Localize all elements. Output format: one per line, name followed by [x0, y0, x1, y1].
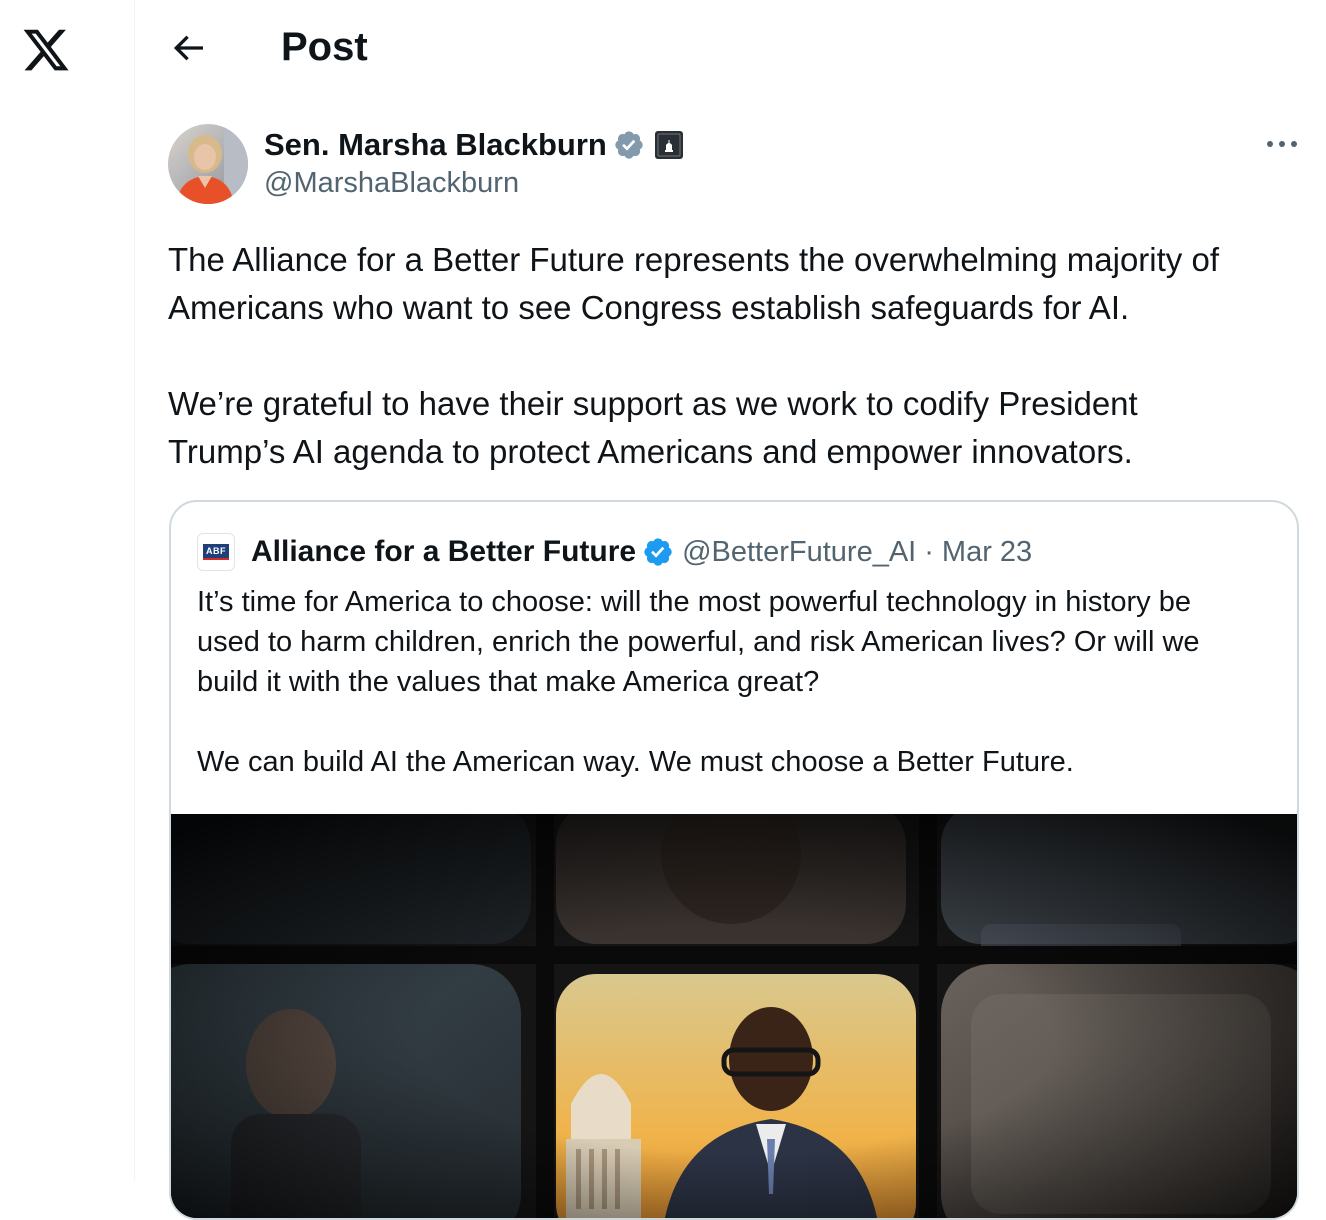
- avatar[interactable]: [168, 124, 248, 204]
- separator-dot: ·: [924, 536, 934, 568]
- main-column: Post Sen. Marsha Blackburn @MarshaBlackb…: [136, 0, 1326, 1220]
- page-header: Post: [136, 0, 1326, 95]
- left-nav: [0, 0, 135, 1180]
- video-thumbnail[interactable]: [171, 814, 1297, 1218]
- quoted-display-name[interactable]: Alliance for a Better Future: [251, 532, 636, 572]
- post-author: Sen. Marsha Blackburn @MarshaBlackburn: [264, 124, 683, 203]
- quoted-post-header: ABF Alliance for a Better Future @Better…: [197, 532, 1032, 572]
- abf-logo: ABF: [203, 544, 229, 560]
- author-display-name[interactable]: Sen. Marsha Blackburn: [264, 125, 607, 165]
- post-text: The Alliance for a Better Future represe…: [168, 241, 1219, 470]
- verified-badge-icon[interactable]: [642, 536, 674, 568]
- page-title: Post: [281, 25, 368, 69]
- quoted-post[interactable]: ABF Alliance for a Better Future @Better…: [169, 500, 1299, 1220]
- verified-badge-icon[interactable]: [613, 129, 645, 161]
- x-logo-icon[interactable]: [20, 25, 72, 75]
- back-arrow-icon[interactable]: [168, 28, 208, 68]
- more-icon[interactable]: [1260, 128, 1304, 160]
- government-badge-icon[interactable]: [654, 131, 683, 159]
- quoted-date[interactable]: Mar 23: [942, 532, 1032, 572]
- quoted-avatar[interactable]: ABF: [197, 533, 235, 571]
- author-handle[interactable]: @MarshaBlackburn: [264, 163, 683, 203]
- quoted-handle[interactable]: @BetterFuture_AI: [682, 532, 916, 572]
- quoted-text: It’s time for America to choose: will th…: [197, 586, 1200, 778]
